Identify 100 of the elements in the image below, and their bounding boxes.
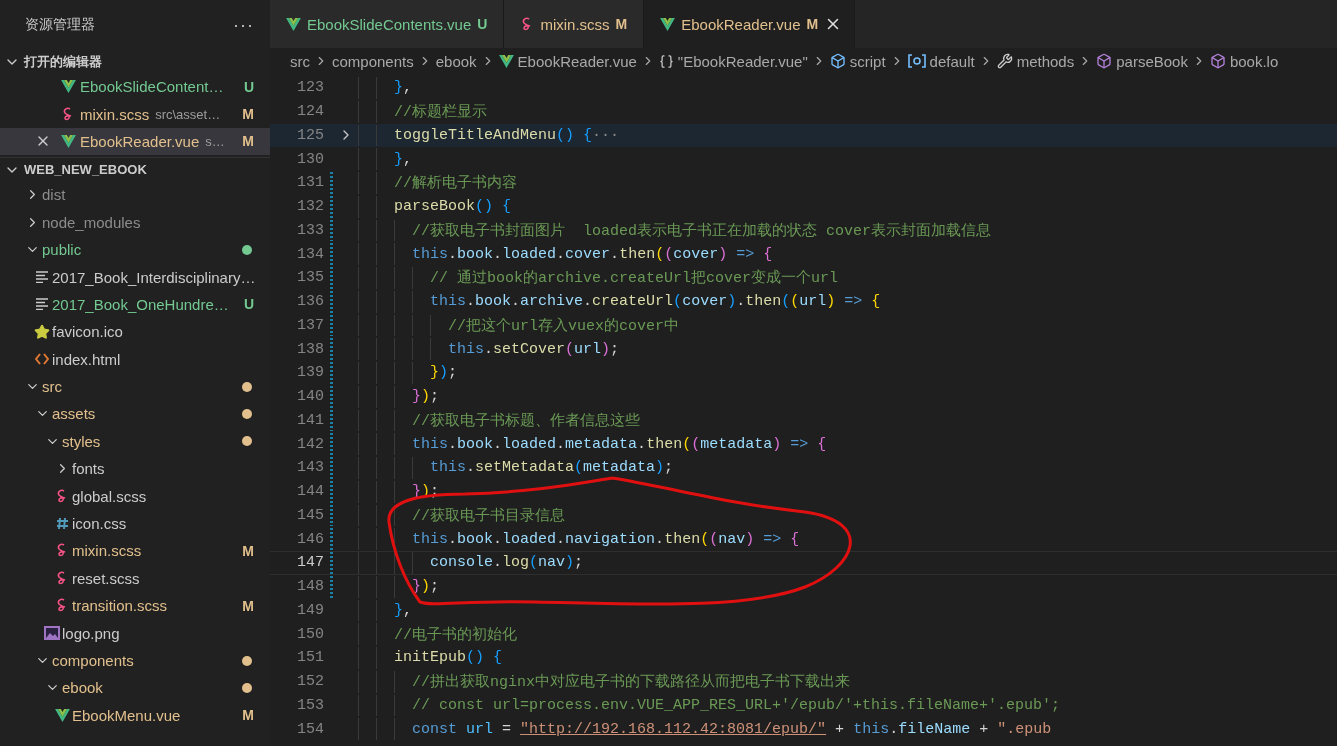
- file-item[interactable]: logo.png: [0, 619, 270, 647]
- file-item[interactable]: global.scss: [0, 482, 270, 510]
- code-line: //电子书的初始化: [394, 625, 517, 644]
- breadcrumb-item[interactable]: default: [907, 52, 975, 70]
- file-item[interactable]: icon.css: [0, 509, 270, 538]
- folder-item[interactable]: styles: [0, 427, 270, 456]
- code-line: //获取电子书标题、作者信息这些: [412, 411, 640, 430]
- git-status: U: [243, 296, 254, 313]
- breadcrumb-item[interactable]: EbookReader.vue: [498, 52, 637, 70]
- line-number: 134: [296, 245, 324, 263]
- file-item[interactable]: index.html: [0, 345, 270, 373]
- folder-item[interactable]: src: [0, 372, 270, 401]
- code-line: //获取电子书封面图片 loaded表示电子书正在加载的状态 cover表示封面加载信息: [412, 221, 992, 240]
- editor-tab[interactable]: EbookReader.vue M: [644, 0, 856, 48]
- code-line: this.book.archive.createUrl(cover).then((url) => {: [430, 293, 881, 311]
- more-button[interactable]: ···: [233, 14, 254, 36]
- section-header[interactable]: 打开的编辑器: [0, 50, 270, 73]
- code-line: // const url=process.env.VUE_APP_RES_URL+'/epub/'+this.fileName+'.epub';: [412, 696, 1061, 714]
- open-editor-item[interactable]: EbookSlideContent… U: [0, 73, 270, 101]
- git-status: M: [242, 106, 254, 123]
- editor-tab[interactable]: EbookSlideContents.vue U: [270, 0, 505, 48]
- line-number: 150: [296, 625, 324, 643]
- file-name: logo.png: [62, 624, 120, 642]
- code-line: const url = "http://192.168.112.42:8081/epub/" + this.fileName + ".epub: [412, 720, 1052, 738]
- section-header[interactable]: WEB_NEW_EBOOK: [0, 157, 270, 182]
- folder-name: components: [52, 652, 134, 669]
- line-number: 123: [296, 79, 324, 97]
- line-number: 133: [296, 221, 324, 239]
- code-line: //解析电子书内容: [394, 173, 517, 193]
- file-name: transition.scss: [72, 597, 168, 615]
- git-status: M: [242, 133, 254, 150]
- code-line: //把这个url存入vuex的cover中: [448, 316, 680, 335]
- line-number: 137: [296, 316, 324, 334]
- panel-title: 资源管理器: [25, 16, 95, 34]
- line-number: 144: [296, 483, 324, 501]
- breadcrumb-item[interactable]: script: [829, 52, 886, 70]
- file-item[interactable]: 2017_Book_Interdisciplinary…: [0, 263, 270, 291]
- code-line: });: [430, 364, 458, 382]
- open-editor-item[interactable]: mixin.scss src\asset… M: [0, 100, 270, 128]
- code-line: this.book.loaded.cover.then((cover) => {: [412, 245, 773, 263]
- code-line: this.setCover(url);: [448, 340, 620, 358]
- breadcrumb-item[interactable]: ebook: [435, 52, 477, 70]
- breadcrumb-item[interactable]: book.lo: [1209, 52, 1279, 70]
- breadcrumb-item[interactable]: methods: [996, 52, 1075, 70]
- code-line: this.setMetadata(metadata);: [430, 459, 674, 477]
- line-number: 140: [296, 388, 324, 406]
- line-number: 146: [296, 530, 324, 548]
- code-line: initEpub() {: [394, 649, 503, 667]
- file-item[interactable]: mixin.scss M: [0, 537, 270, 565]
- file-name: 2017_Book_Interdisciplinary…: [52, 268, 256, 286]
- breadcrumb-item[interactable]: parseBook: [1096, 52, 1188, 70]
- git-status: U: [477, 16, 488, 32]
- folder-item[interactable]: components: [0, 646, 270, 675]
- file-item[interactable]: transition.scss M: [0, 592, 270, 620]
- file-name: global.scss: [72, 487, 147, 505]
- file-name: reset.scss: [72, 569, 140, 587]
- file-item[interactable]: EbookMenu.vue M: [0, 701, 270, 729]
- line-number: 130: [296, 150, 324, 168]
- file-name: 2017_Book_OneHundre…: [52, 295, 229, 313]
- line-number: 145: [296, 506, 324, 524]
- folder-item[interactable]: ebook: [0, 674, 270, 702]
- line-number: 136: [296, 293, 324, 311]
- git-status: M: [615, 16, 628, 32]
- folder-item[interactable]: fonts: [0, 455, 270, 483]
- line-number: 124: [296, 103, 324, 121]
- tab-label: EbookSlideContents.vue: [307, 15, 472, 33]
- breadcrumb-item[interactable]: src: [290, 52, 310, 70]
- file-item[interactable]: 2017_Book_OneHundre… U: [0, 290, 270, 319]
- line-number: 147: [296, 554, 324, 572]
- folder-item[interactable]: assets: [0, 400, 270, 428]
- breadcrumb-item[interactable]: "EbookReader.vue": [658, 52, 808, 70]
- file-item[interactable]: favicon.ico: [0, 318, 270, 346]
- file-item[interactable]: reset.scss: [0, 564, 270, 593]
- line-number: 149: [296, 601, 324, 619]
- code-line: });: [412, 388, 440, 406]
- git-status: M: [806, 16, 819, 32]
- folder-name: public: [42, 241, 82, 259]
- line-number: 151: [296, 649, 324, 667]
- line-number: 139: [296, 364, 324, 382]
- tab-label: mixin.scss: [540, 15, 610, 33]
- folder-item[interactable]: public: [0, 235, 270, 264]
- folder-item[interactable]: dist: [0, 181, 270, 209]
- line-number: 148: [296, 578, 324, 596]
- git-status: U: [243, 78, 254, 95]
- folder-name: assets: [52, 405, 96, 423]
- line-number: 135: [296, 269, 324, 287]
- open-editor-item[interactable]: EbookReader.vue s… M: [0, 127, 270, 156]
- code-line: toggleTitleAndMenu() {···: [394, 126, 620, 144]
- folder-item[interactable]: node_modules: [0, 208, 270, 236]
- editor-tab[interactable]: mixin.scss M: [504, 0, 645, 48]
- code-line: },: [394, 601, 413, 619]
- folder-name: styles: [62, 432, 101, 450]
- file-name: EbookSlideContent…: [80, 78, 224, 96]
- file-name: favicon.ico: [52, 323, 123, 341]
- line-number: 138: [296, 340, 324, 358]
- breadcrumb-item[interactable]: components: [332, 52, 414, 70]
- folder-name: src: [42, 378, 62, 396]
- line-number: 131: [296, 174, 324, 192]
- git-status: M: [242, 542, 254, 559]
- line-number: 154: [296, 720, 324, 738]
